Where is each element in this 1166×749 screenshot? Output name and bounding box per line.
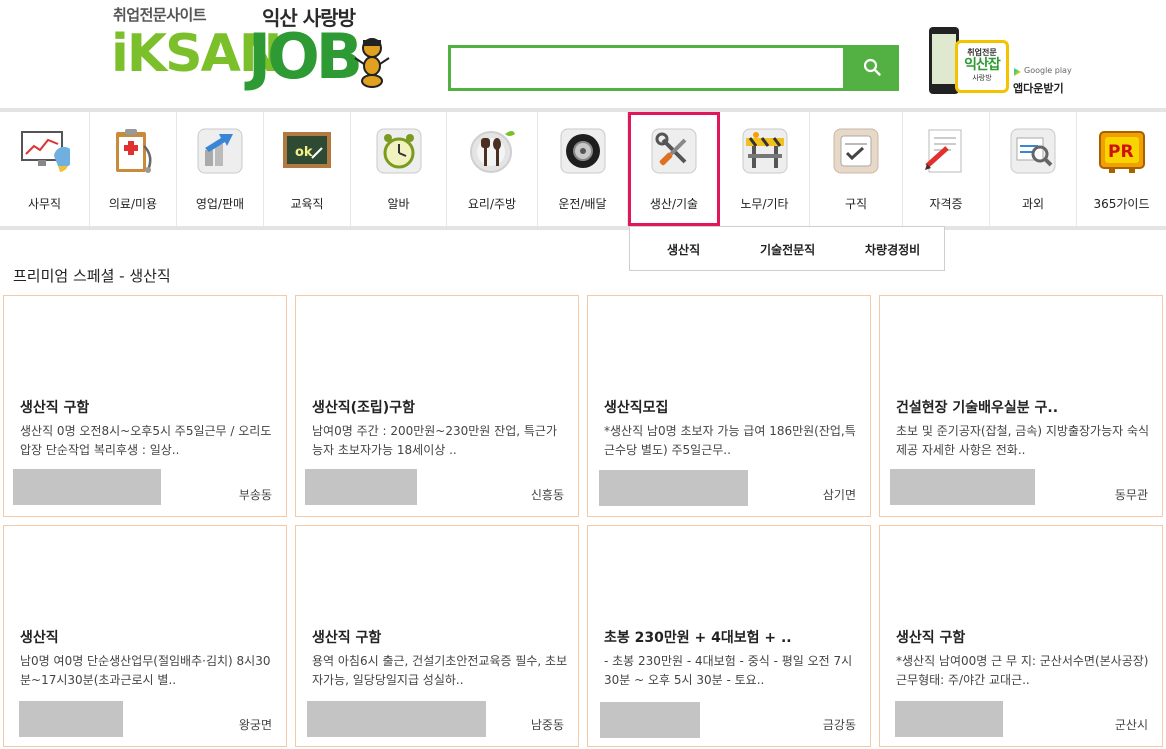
chalkboard-icon: ok: [283, 132, 331, 168]
nav-item-labor[interactable]: 노무/기타: [720, 112, 810, 226]
app-badge-line3: 사랑방: [972, 74, 992, 83]
subnav-item-production[interactable]: 생산직: [667, 241, 700, 258]
search-button[interactable]: [846, 45, 899, 91]
cooking-utensils-icon: [470, 131, 515, 173]
nav-label: 영업/판매: [195, 197, 245, 211]
job-card-desc: 생산직 0명 오전8시~오후5시 주5일근무 / 오리도압장 단순작업 복리후생…: [20, 424, 272, 457]
subnav-item-technical[interactable]: 기술전문직: [760, 241, 815, 258]
job-card-location: 삼기면: [822, 488, 856, 502]
office-chart-icon: [20, 131, 70, 172]
nav-label: 운전/배달: [558, 197, 607, 211]
job-card-title[interactable]: 초봉 230만원 + 4대보험 + ..: [604, 627, 792, 647]
sales-growth-icon: [197, 128, 243, 174]
nav-item-education[interactable]: ok 교육직: [264, 112, 351, 226]
job-card-location: 부송동: [238, 488, 272, 502]
job-card-title[interactable]: 생산직(조립)구함: [312, 397, 415, 417]
job-card-location: 동무관: [1114, 488, 1148, 502]
company-logo-placeholder: [13, 469, 161, 505]
job-card[interactable]: 생산직모집 *생산직 남0명 초보자 가능 급여 186만원(잔업,특근수당 별…: [587, 295, 871, 517]
job-card-desc: *생산직 남0명 초보자 가능 급여 186만원(잔업,특근수당 별도) 주5일…: [604, 424, 856, 457]
job-card-location: 금강동: [822, 718, 856, 732]
nav-label: 알바: [387, 197, 410, 211]
job-card[interactable]: 생산직 구함 생산직 0명 오전8시~오후5시 주5일근무 / 오리도압장 단순…: [3, 295, 287, 517]
nav-item-cooking[interactable]: 요리/주방: [447, 112, 538, 226]
job-card[interactable]: 생산직(조립)구함 남여0명 주간 : 200만원~230만원 잔업, 특근가능…: [295, 295, 579, 517]
company-logo-placeholder: [600, 702, 700, 738]
nav-item-jobseek[interactable]: 구직: [810, 112, 903, 226]
job-card[interactable]: 생산직 구함 *생산직 남여00명 근 무 지: 군산서수면(본사공장) 근무형…: [879, 525, 1163, 747]
app-download-link[interactable]: 앱다운받기: [1013, 80, 1064, 96]
search-icon: [863, 58, 881, 76]
google-play-label: Google play: [1024, 66, 1072, 75]
site-header: 취업전문사이트 익산 사랑방 iKSAN JOB 취업전문 익산잡 사랑방 Go…: [0, 0, 1166, 108]
company-logo-placeholder: [19, 701, 123, 737]
company-logo-placeholder: [305, 469, 417, 505]
job-card-desc: 남여0명 주간 : 200만원~230만원 잔업, 특근가능자 초보자가능 18…: [312, 424, 557, 457]
logo-job[interactable]: JOB: [248, 26, 363, 88]
search-input[interactable]: [448, 45, 846, 91]
nav-label: 사무직: [27, 197, 62, 211]
nav-label: 의료/미용: [108, 197, 158, 211]
nav-item-parttime[interactable]: 알바: [351, 112, 447, 226]
job-card[interactable]: 생산직 남0명 여0명 단순생산업무(절임배추·김치) 8시30분~17시30분…: [3, 525, 287, 747]
logo-subtitle: 취업전문사이트: [113, 6, 207, 24]
job-card-location: 군산시: [1114, 718, 1148, 732]
job-card-desc: 남0명 여0명 단순생산업무(절임배추·김치) 8시30분~17시30분(초과근…: [20, 654, 271, 687]
nav-item-production[interactable]: 생산/기술: [628, 112, 720, 226]
nav-label: 교육직: [290, 197, 324, 211]
nav-item-driving[interactable]: 운전/배달: [538, 112, 628, 226]
magnifier-icon: [1010, 128, 1056, 174]
nav-label: 생산/기술: [649, 197, 699, 211]
nav-item-guide[interactable]: PR 365가이드: [1077, 112, 1166, 226]
alarm-clock-icon: [376, 128, 421, 174]
job-card-location: 남중동: [530, 718, 564, 732]
job-card[interactable]: 초봉 230만원 + 4대보험 + .. - 초봉 230만원 - 4대보험 -…: [587, 525, 871, 747]
nav-item-certificate[interactable]: 자격증: [903, 112, 990, 226]
checklist-icon: [833, 128, 879, 174]
nav-label: 자격증: [929, 197, 963, 211]
nav-label: 노무/기타: [740, 197, 789, 211]
app-badge-line2: 익산잡: [964, 57, 1001, 73]
job-card-desc: *생산직 남여00명 근 무 지: 군산서수면(본사공장) 근무형태: 주/야간…: [896, 654, 1149, 687]
job-card[interactable]: 건설현장 기술배우실분 구.. 초보 및 준기공자(잡철, 금속) 지방출장가능…: [879, 295, 1163, 517]
nav-label: 요리/주방: [467, 197, 517, 211]
subnav-item-maintenance[interactable]: 차량경정비: [865, 241, 920, 258]
pr-tv-icon: PR: [1098, 131, 1145, 173]
svg-text:ok: ok: [295, 145, 313, 160]
job-card-location: 왕궁면: [238, 718, 272, 732]
job-card-title[interactable]: 생산직 구함: [312, 627, 381, 647]
job-card-desc: 용역 아침6시 출근, 건설기초안전교육증 필수, 초보자가능, 일당당일지급 …: [312, 654, 568, 687]
barrier-icon: [742, 128, 787, 174]
svg-text:PR: PR: [1108, 142, 1134, 162]
job-card-title[interactable]: 건설현장 기술배우실분 구..: [896, 397, 1058, 417]
nav-item-tutoring[interactable]: 과외: [990, 112, 1077, 226]
job-card-title[interactable]: 생산직: [20, 627, 59, 647]
job-card-location: 신흥동: [530, 488, 564, 502]
category-nav: 사무직 의료/미용 영업/판매 ok 교육직 알바 요리/주방 운전/배달 생산…: [0, 108, 1166, 230]
subnav-dropdown: 생산직 기술전문직 차량경정비: [629, 226, 945, 271]
nav-label: 과외: [1021, 197, 1045, 211]
job-card-desc: 초보 및 준기공자(잡철, 금속) 지방출장가능자 숙식제공 자세한 사항은 전…: [896, 424, 1150, 457]
company-logo-placeholder: [599, 470, 748, 506]
tire-icon: [560, 128, 605, 174]
company-logo-placeholder: [307, 701, 486, 737]
job-card-title[interactable]: 생산직 구함: [896, 627, 965, 647]
company-logo-placeholder: [895, 701, 1003, 737]
tools-icon: [651, 128, 697, 174]
app-badge[interactable]: 취업전문 익산잡 사랑방: [955, 40, 1009, 93]
nav-item-sales[interactable]: 영업/판매: [177, 112, 264, 226]
job-card[interactable]: 생산직 구함 용역 아침6시 출근, 건설기초안전교육증 필수, 초보자가능, …: [295, 525, 579, 747]
job-card-title[interactable]: 생산직 구함: [20, 397, 89, 417]
nav-label: 구직: [844, 197, 868, 211]
nav-item-medical[interactable]: 의료/미용: [90, 112, 177, 226]
company-logo-placeholder: [890, 469, 1035, 505]
nav-item-office[interactable]: 사무직: [0, 112, 90, 226]
nav-label: 365가이드: [1093, 197, 1150, 211]
ant-mascot-icon: [354, 38, 390, 88]
medical-clipboard-icon: [116, 129, 152, 173]
certificate-icon: [925, 129, 962, 173]
section-title: 프리미엄 스페셜 - 생산직: [13, 267, 171, 285]
job-card-desc: - 초봉 230만원 - 4대보험 - 중식 - 평일 오전 7시 30분 ~ …: [604, 654, 853, 687]
job-card-title[interactable]: 생산직모집: [604, 397, 668, 417]
